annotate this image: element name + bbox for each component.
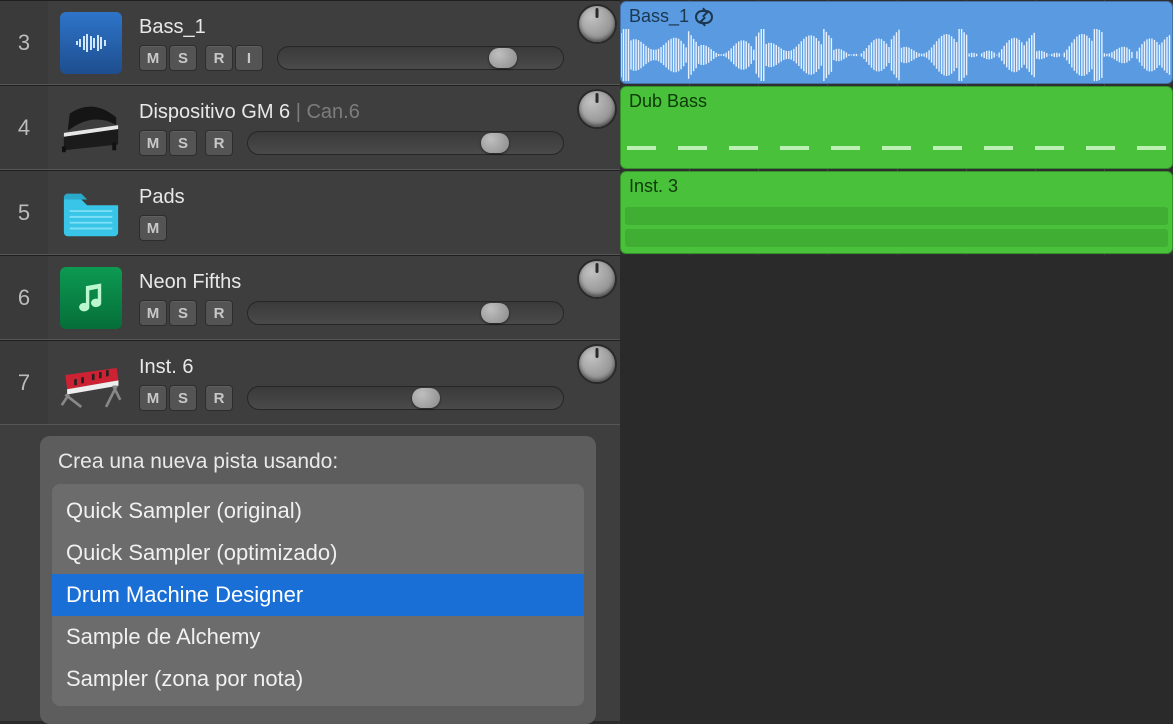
track-icon[interactable] (48, 1, 133, 84)
pan-knob[interactable] (577, 344, 617, 384)
mute-button[interactable]: M (139, 45, 167, 71)
pan-knob[interactable] (577, 89, 617, 129)
input-monitor-button[interactable]: I (235, 45, 263, 71)
region-label: Dub Bass (629, 91, 1164, 112)
mute-button[interactable]: M (139, 130, 167, 156)
pan-knob[interactable] (577, 4, 617, 44)
track-name[interactable]: Bass_1 (139, 16, 564, 39)
mute-button[interactable]: M (139, 300, 167, 326)
solo-button[interactable]: S (169, 385, 197, 411)
arrange-area[interactable]: Bass_1 Dub Bass Inst. 3 (620, 0, 1173, 721)
volume-slider[interactable] (247, 301, 564, 325)
midi-content (625, 207, 1168, 225)
solo-button[interactable]: S (169, 45, 197, 71)
region[interactable]: Dub Bass (620, 86, 1173, 169)
region[interactable]: Bass_1 (620, 1, 1173, 84)
track-number: 5 (0, 171, 48, 254)
popup-title: Crea una nueva pista usando: (58, 450, 584, 474)
track-number: 4 (0, 86, 48, 169)
volume-slider[interactable] (277, 46, 564, 70)
track-row[interactable]: 3 Bass_1 M S R I (0, 0, 620, 85)
volume-thumb[interactable] (481, 303, 509, 323)
track-number: 7 (0, 341, 48, 424)
track-name[interactable]: Inst. 6 (139, 356, 564, 379)
track-icon[interactable] (48, 171, 133, 254)
popup-option[interactable]: Sample de Alchemy (52, 616, 584, 658)
create-track-popup: Crea una nueva pista usando: Quick Sampl… (40, 436, 596, 724)
track-row[interactable]: 6 Neon Fifths M S R (0, 255, 620, 340)
popup-option[interactable]: Drum Machine Designer (52, 574, 584, 616)
popup-option[interactable]: Sampler (zona por nota) (52, 658, 584, 700)
track-row[interactable]: 5 Pads M (0, 170, 620, 255)
mute-button[interactable]: M (139, 215, 167, 241)
audio-waveform (621, 29, 1172, 81)
track-number: 3 (0, 1, 48, 84)
track-icon[interactable] (48, 86, 133, 169)
track-row[interactable]: 4 Dispositivo GM 6 | Can.6 M S R (0, 85, 620, 170)
loop-icon (695, 10, 713, 24)
volume-thumb[interactable] (489, 48, 517, 68)
solo-button[interactable]: S (169, 300, 197, 326)
record-enable-button[interactable]: R (205, 300, 233, 326)
track-row[interactable]: 7 Inst. 6 M S R (0, 340, 620, 425)
empty-arrange-space[interactable] (620, 255, 1173, 721)
record-enable-button[interactable]: R (205, 45, 233, 71)
record-enable-button[interactable]: R (205, 385, 233, 411)
region-label: Inst. 3 (629, 176, 1164, 197)
popup-option[interactable]: Quick Sampler (optimizado) (52, 532, 584, 574)
midi-content (625, 229, 1168, 247)
waveform-icon (76, 34, 106, 52)
solo-button[interactable]: S (169, 130, 197, 156)
track-name[interactable]: Neon Fifths (139, 271, 564, 294)
record-enable-button[interactable]: R (205, 130, 233, 156)
region-label: Bass_1 (629, 6, 689, 27)
region[interactable]: Inst. 3 (620, 171, 1173, 254)
track-icon[interactable] (48, 341, 133, 424)
track-icon[interactable] (48, 256, 133, 339)
midi-notes (627, 146, 1166, 150)
track-number: 6 (0, 256, 48, 339)
popup-option-list: Quick Sampler (original)Quick Sampler (o… (52, 484, 584, 706)
volume-thumb[interactable] (481, 133, 509, 153)
pan-knob[interactable] (577, 259, 617, 299)
volume-slider[interactable] (247, 131, 564, 155)
mute-button[interactable]: M (139, 385, 167, 411)
track-name[interactable]: Dispositivo GM 6 | Can.6 (139, 101, 564, 124)
volume-slider[interactable] (247, 386, 564, 410)
volume-thumb[interactable] (412, 388, 440, 408)
track-name[interactable]: Pads (139, 186, 610, 209)
popup-option[interactable]: Quick Sampler (original) (52, 490, 584, 532)
